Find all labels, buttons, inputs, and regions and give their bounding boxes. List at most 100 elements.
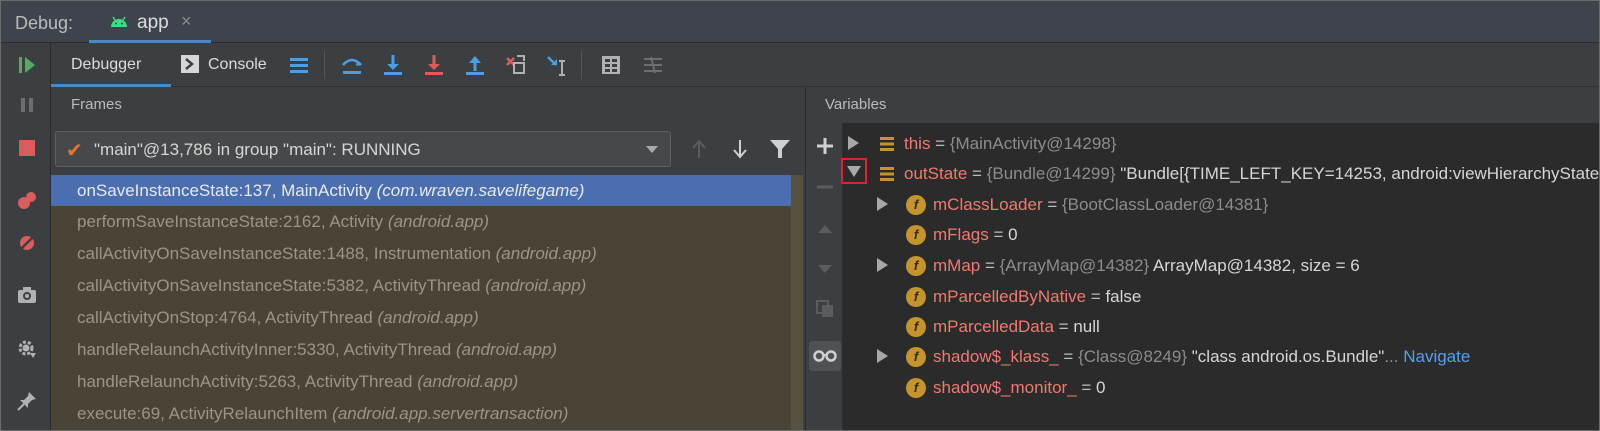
debug-label: Debug:	[15, 13, 74, 33]
mute-breakpoints-icon[interactable]	[15, 231, 39, 255]
frame-method: performSaveInstanceState:2162, Activity	[77, 212, 384, 231]
arrow-up-icon[interactable]	[689, 138, 709, 160]
arrow-down-icon[interactable]	[730, 138, 750, 160]
variable-name: shadow$_klass_	[933, 347, 1059, 366]
field-icon: f	[906, 317, 926, 337]
settings-gear-icon[interactable]	[15, 337, 39, 361]
variable-equals: =	[980, 256, 1000, 275]
step-over-icon[interactable]	[381, 53, 405, 77]
variable-row-outstate[interactable]: outState = {Bundle@14299} "Bundle[{TIME_…	[848, 160, 1600, 188]
thread-selector[interactable]: ✔ "main"@13,786 in group "main": RUNNING	[55, 131, 671, 167]
expand-arrow-icon[interactable]	[877, 258, 888, 272]
variable-equals: =	[967, 164, 987, 183]
variable-ellipsis: ...	[1384, 347, 1399, 366]
frame-method: callActivityOnSaveInstanceState:5382, Ac…	[77, 276, 481, 295]
variables-header: Variables	[807, 87, 1599, 123]
tab-console[interactable]: Console	[181, 43, 291, 87]
variable-equals: =	[988, 225, 1009, 244]
filter-icon[interactable]	[769, 138, 791, 160]
variable-name: this	[904, 134, 931, 153]
field-icon: f	[906, 347, 926, 367]
variable-value: 0	[1008, 225, 1018, 244]
glasses-watches-icon[interactable]	[809, 341, 841, 371]
layout-menu-icon[interactable]	[287, 53, 311, 77]
variable-name: mFlags	[933, 225, 989, 244]
move-up-icon[interactable]	[813, 217, 837, 241]
thread-selector-value: "main"@13,786 in group "main": RUNNING	[94, 140, 421, 159]
variable-name: mClassLoader	[933, 195, 1043, 214]
toolbar-separator	[324, 51, 325, 79]
variables-side-toolbar	[807, 123, 843, 430]
close-icon[interactable]: ×	[181, 11, 192, 32]
field-icon: f	[906, 225, 926, 245]
frame-method: callActivityOnStop:4764, ActivityThread	[77, 308, 373, 327]
frames-list: onSaveInstanceState:137, MainActivity (c…	[51, 175, 803, 430]
evaluate-expression-icon[interactable]	[599, 53, 623, 77]
duplicate-watch-icon[interactable]	[813, 297, 837, 321]
variable-ref: {Bundle@14299}	[986, 164, 1116, 183]
frame-row[interactable]: handleRelaunchActivityInner:5330, Activi…	[51, 334, 791, 365]
variable-name: mMap	[933, 256, 981, 275]
local-variable-icon	[880, 137, 894, 151]
field-icon: f	[906, 378, 926, 398]
frame-row[interactable]: execute:69, ActivityRelaunchItem (androi…	[51, 398, 791, 429]
variable-value: "Bundle[{TIME_LEFT_KEY=14253, android:vi…	[1120, 164, 1600, 183]
variable-value: false	[1105, 287, 1142, 306]
view-breakpoints-icon[interactable]	[15, 189, 39, 213]
tab-debugger[interactable]: Debugger	[51, 43, 171, 87]
variable-equals: =	[1058, 347, 1079, 366]
variable-ref: {MainActivity@14298}	[949, 134, 1117, 153]
frames-scrollbar[interactable]	[791, 175, 803, 430]
frame-row[interactable]: handleRelaunchActivity:5263, ActivityThr…	[51, 366, 791, 397]
frame-row[interactable]: callActivityOnStop:4764, ActivityThread …	[51, 302, 791, 333]
variable-ref: {BootClassLoader@14381}	[1061, 195, 1269, 214]
frame-row[interactable]: callActivityOnSaveInstanceState:1488, In…	[51, 238, 791, 269]
trace-current-stream-icon[interactable]	[641, 53, 665, 77]
expand-arrow-icon[interactable]	[877, 349, 888, 363]
step-into-icon[interactable]	[422, 53, 446, 77]
variable-name: mParcelledData	[933, 317, 1054, 336]
frame-package: (android.app)	[495, 244, 597, 263]
frame-method: execute:69, ActivityRelaunchItem	[77, 404, 328, 423]
tab-debugger-label: Debugger	[71, 56, 142, 73]
variable-ref: {Class@8249}	[1078, 347, 1188, 366]
show-execution-point-icon[interactable]	[340, 53, 364, 77]
variable-equals: =	[1053, 317, 1074, 336]
camera-icon[interactable]	[15, 283, 39, 307]
frame-row[interactable]: onSaveInstanceState:137, MainActivity (c…	[51, 175, 791, 206]
expand-arrow-icon[interactable]	[877, 197, 888, 211]
debug-titlebar: Debug: app ×	[1, 1, 1599, 43]
frame-package: (com.wraven.savelifegame)	[376, 181, 585, 200]
frame-package: (android.app)	[377, 308, 479, 327]
stop-icon[interactable]	[15, 136, 39, 160]
variable-equals: =	[930, 134, 950, 153]
frames-title: Frames	[71, 96, 122, 113]
navigate-link[interactable]: Navigate	[1399, 347, 1470, 366]
debugger-toolbar: Debugger Console	[51, 43, 1599, 87]
frame-row[interactable]: callActivityOnSaveInstanceState:5382, Ac…	[51, 270, 791, 301]
pause-program-icon[interactable]	[15, 93, 39, 117]
frame-package: (android.app)	[455, 340, 558, 359]
console-icon	[181, 55, 199, 73]
frame-package: (android.app)	[387, 212, 490, 231]
variable-name: outState	[904, 164, 968, 183]
variable-name: shadow$_monitor_	[933, 378, 1077, 397]
left-debug-toolbar	[1, 43, 51, 430]
variables-title: Variables	[825, 96, 887, 113]
field-icon: f	[906, 256, 926, 276]
run-to-cursor-icon[interactable]	[545, 53, 569, 77]
add-watch-icon[interactable]	[813, 134, 837, 158]
app-tab[interactable]: app ×	[89, 1, 211, 43]
move-down-icon[interactable]	[813, 257, 837, 281]
frame-row[interactable]: performSaveInstanceState:2162, Activity …	[51, 206, 791, 237]
variable-value: "class android.os.Bundle"	[1187, 347, 1385, 366]
local-variable-icon	[880, 167, 894, 181]
remove-watch-icon[interactable]	[813, 175, 837, 199]
frame-method: handleRelaunchActivity:5263, ActivityThr…	[77, 372, 413, 391]
expand-arrow-icon[interactable]	[848, 136, 859, 150]
resume-program-icon[interactable]	[15, 53, 39, 77]
drop-frame-icon[interactable]	[504, 53, 528, 77]
pin-icon[interactable]	[15, 389, 39, 413]
variable-ref: {ArrayMap@14382}	[999, 256, 1150, 275]
step-out-icon[interactable]	[463, 53, 487, 77]
